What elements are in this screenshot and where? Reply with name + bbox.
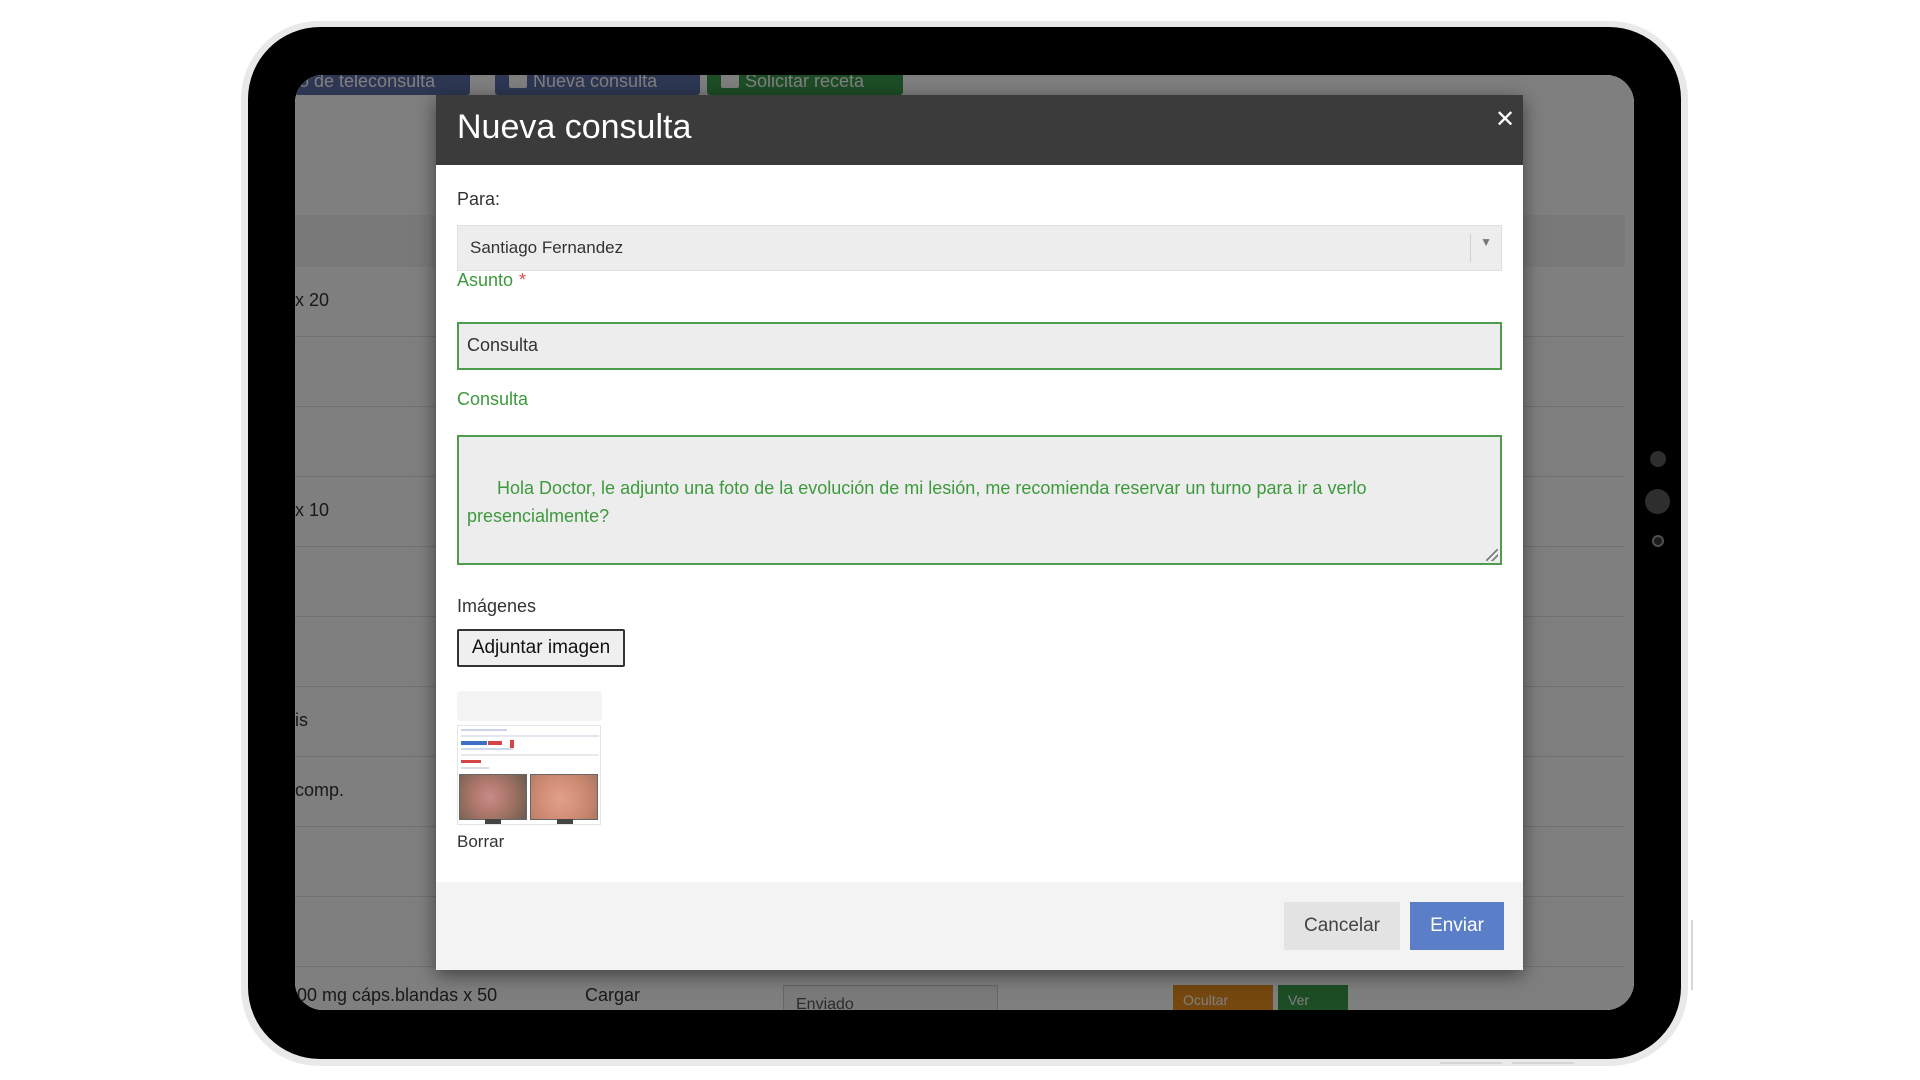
thumbnail-toolbar bbox=[457, 691, 602, 721]
thumb-line bbox=[461, 767, 489, 769]
thumb-line bbox=[461, 735, 599, 737]
new-consultation-modal: Nueva consulta ✕ Para: Santiago Fernande… bbox=[436, 95, 1523, 970]
camera-icon bbox=[1645, 489, 1670, 514]
subject-input[interactable]: Consulta bbox=[457, 322, 1502, 370]
close-icon[interactable]: ✕ bbox=[1493, 107, 1517, 131]
thumb-bar bbox=[461, 741, 487, 745]
subject-label: Asunto * bbox=[457, 270, 526, 291]
recipient-select[interactable]: Santiago Fernandez ▼ bbox=[457, 225, 1502, 271]
recipient-value: Santiago Fernandez bbox=[470, 238, 624, 257]
required-marker: * bbox=[519, 270, 527, 290]
modal-footer: Cancelar Enviar bbox=[436, 882, 1523, 970]
bottom-button bbox=[1440, 1062, 1502, 1064]
thumb-bar bbox=[488, 741, 502, 745]
skin-photo-1 bbox=[459, 774, 527, 820]
cancel-button[interactable]: Cancelar bbox=[1284, 902, 1400, 950]
bottom-button bbox=[1512, 1062, 1574, 1064]
subject-label-text: Asunto bbox=[457, 270, 514, 290]
image-thumbnail[interactable] bbox=[457, 725, 601, 825]
modal-title: Nueva consulta bbox=[457, 108, 692, 146]
delete-image-link[interactable]: Borrar bbox=[457, 832, 504, 852]
thumb-line bbox=[461, 748, 513, 750]
thumb-line bbox=[461, 754, 599, 756]
resize-handle[interactable] bbox=[1486, 549, 1498, 561]
attach-image-button[interactable]: Adjuntar imagen bbox=[457, 629, 625, 667]
message-text: Hola Doctor, le adjunto una foto de la e… bbox=[467, 477, 1367, 527]
photo-caption bbox=[557, 819, 573, 824]
photo-caption bbox=[485, 819, 501, 824]
thumb-line bbox=[461, 729, 507, 731]
sensor-icon bbox=[1650, 451, 1666, 467]
tablet-screen: o de teleconsulta Nueva consulta Solicit… bbox=[295, 75, 1634, 1010]
chevron-down-icon: ▼ bbox=[1480, 235, 1492, 249]
modal-header: Nueva consulta ✕ bbox=[436, 95, 1523, 165]
skin-photo-2 bbox=[530, 774, 598, 820]
send-button[interactable]: Enviar bbox=[1410, 902, 1504, 950]
to-label: Para: bbox=[457, 189, 501, 209]
side-button bbox=[1691, 920, 1693, 990]
images-label: Imágenes bbox=[457, 596, 537, 616]
thumb-bar bbox=[461, 760, 481, 763]
thumb-marker bbox=[510, 740, 514, 748]
message-label: Consulta bbox=[457, 389, 529, 409]
select-divider bbox=[1470, 234, 1471, 262]
home-button[interactable] bbox=[1652, 535, 1664, 547]
message-textarea[interactable]: Hola Doctor, le adjunto una foto de la e… bbox=[457, 435, 1502, 565]
